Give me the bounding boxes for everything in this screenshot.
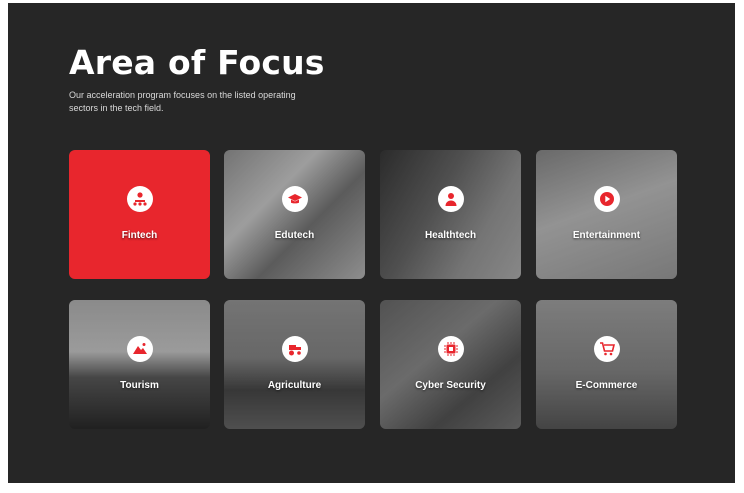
sector-label: Healthtech [424,230,477,241]
graduation-icon [281,186,308,212]
doctor-icon [437,186,464,212]
sector-label: E-Commerce [575,380,638,391]
sector-card-agriculture[interactable]: Agriculture [224,300,365,429]
sector-card-tourism[interactable]: Tourism [69,300,210,429]
sector-card-cyber-security[interactable]: Cyber Security [380,300,521,429]
sector-card-fintech[interactable]: Fintech [69,150,210,279]
sector-label: Entertainment [572,230,641,241]
sector-label: Tourism [120,380,159,391]
tractor-icon [281,336,308,362]
page-subtitle: Our acceleration program focuses on the … [69,90,296,113]
sector-label: Edutech [274,230,315,241]
sector-label: Agriculture [267,380,322,391]
cart-icon [593,336,620,362]
sector-card-edutech[interactable]: Edutech [224,150,365,279]
mountain-icon [126,336,153,362]
sector-card-entertainment[interactable]: Entertainment [536,150,677,279]
page-title: Area of Focus [69,43,325,82]
content-panel: Area of Focus Our acceleration program f… [8,3,735,483]
play-icon [593,186,620,212]
chip-lock-icon [437,336,464,362]
sector-label: Cyber Security [415,380,486,391]
sector-card-healthtech[interactable]: Healthtech [380,150,521,279]
sector-label: Fintech [121,230,158,241]
sector-card-e-commerce[interactable]: E-Commerce [536,300,677,429]
network-people-icon [126,186,153,212]
